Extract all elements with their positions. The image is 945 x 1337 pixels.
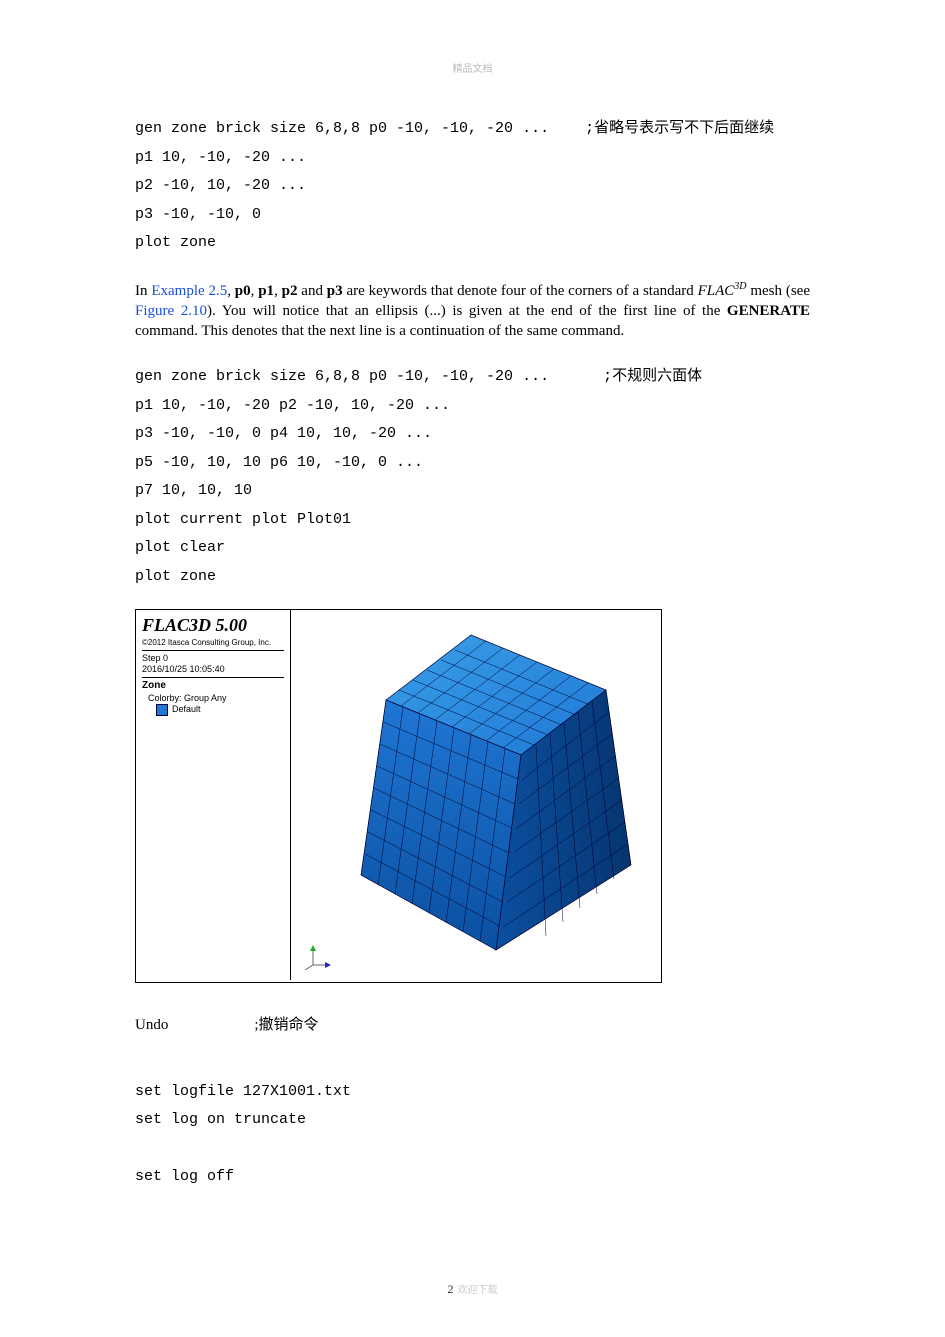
undo-line: Undo ;撤销命令	[135, 1011, 810, 1040]
code-line: set log on truncate	[135, 1111, 306, 1128]
keyword-p2: p2	[282, 283, 298, 299]
explanation-paragraph: In Example 2.5, p0, p1, p2 and p3 are ke…	[135, 280, 810, 342]
text: mesh (see	[747, 283, 810, 299]
plot-date: 2016/10/25 10:05:40	[142, 664, 284, 678]
header-label: 精品文档	[135, 60, 810, 75]
page-number: 2	[448, 1282, 454, 1296]
footer-download-label: 欢迎下载	[458, 1285, 498, 1296]
code-line	[135, 1140, 144, 1157]
text: ,	[227, 283, 235, 299]
flac-sup: 3D	[734, 281, 746, 292]
code-line: p5 -10, 10, 10 p6 10, -10, 0 ...	[135, 454, 423, 471]
code-line: plot current plot Plot01	[135, 511, 351, 528]
text: command. This denotes that the next line…	[135, 323, 624, 339]
figure-link[interactable]: Figure 2.10	[135, 303, 207, 319]
code-line: p1 10, -10, -20 ...	[135, 149, 306, 166]
page: 精品文档 gen zone brick size 6,8,8 p0 -10, -…	[0, 0, 945, 1337]
code-line: p3 -10, -10, 0	[135, 206, 261, 223]
code-line: p2 -10, 10, -20 ...	[135, 177, 306, 194]
example-link[interactable]: Example 2.5	[151, 283, 227, 299]
text: and	[297, 283, 326, 299]
code-line: p7 10, 10, 10	[135, 482, 252, 499]
plot-default-label: Default	[172, 704, 201, 715]
plot-title: FLAC3D 5.00	[142, 614, 284, 637]
flac-label: FLAC	[698, 283, 735, 299]
flac3d-plot: FLAC3D 5.00 ©2012 Itasca Consulting Grou…	[135, 609, 662, 983]
code-line: p3 -10, -10, 0 p4 10, 10, -20 ...	[135, 425, 432, 442]
text: In	[135, 283, 151, 299]
plot-copyright: ©2012 Itasca Consulting Group, Inc.	[142, 638, 284, 651]
plot-legend: FLAC3D 5.00 ©2012 Itasca Consulting Grou…	[136, 610, 291, 980]
plot-step: Step 0	[142, 653, 284, 664]
code-line: gen zone brick size 6,8,8 p0 -10, -10, -…	[135, 368, 702, 385]
color-swatch-icon	[156, 704, 168, 716]
code-line: plot zone	[135, 568, 216, 585]
undo-comment: ;撤销命令	[254, 1017, 318, 1033]
plot-viewport	[291, 610, 661, 982]
generate-bold: GENERATE	[727, 303, 810, 319]
code-line: plot clear	[135, 539, 225, 556]
axis-triad-icon	[303, 940, 333, 970]
mesh-cube-icon	[331, 620, 661, 972]
code-line: plot zone	[135, 234, 216, 251]
plot-colorby: Colorby: Group Any	[142, 693, 284, 704]
keyword-p1: p1	[258, 283, 274, 299]
code-block-1: gen zone brick size 6,8,8 p0 -10, -10, -…	[135, 115, 810, 258]
text: ). You will notice that an ellipsis (...…	[207, 303, 727, 319]
keyword-p3: p3	[327, 283, 343, 299]
code-line: set log off	[135, 1168, 234, 1185]
text: ,	[274, 283, 282, 299]
page-footer: 2 欢迎下载	[0, 1281, 945, 1297]
code-line: set logfile 127X1001.txt	[135, 1083, 351, 1100]
undo-cmd: Undo	[135, 1017, 168, 1033]
plot-zone-label: Zone	[142, 680, 284, 693]
plot-default-row: Default	[142, 704, 284, 716]
code-line: gen zone brick size 6,8,8 p0 -10, -10, -…	[135, 120, 774, 137]
code-line: p1 10, -10, -20 p2 -10, 10, -20 ...	[135, 397, 450, 414]
code-block-3: set logfile 127X1001.txt set log on trun…	[135, 1078, 810, 1192]
text: are keywords that denote four of the cor…	[343, 283, 698, 299]
keyword-p0: p0	[235, 283, 251, 299]
code-block-2: gen zone brick size 6,8,8 p0 -10, -10, -…	[135, 363, 810, 591]
